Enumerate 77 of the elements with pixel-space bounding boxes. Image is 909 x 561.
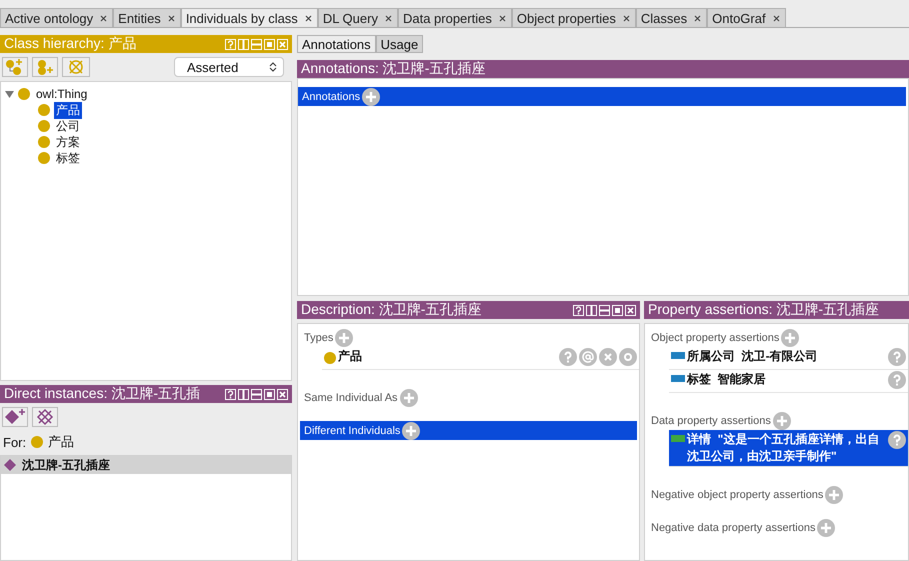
- close-icon[interactable]: [100, 14, 108, 22]
- add-icon[interactable]: [402, 422, 420, 440]
- section-header[interactable]: Negative object property assertions: [647, 485, 906, 504]
- tab-label: Entities: [118, 10, 161, 26]
- tab[interactable]: OntoGraf: [707, 8, 786, 27]
- maximize-icon[interactable]: [612, 304, 623, 316]
- add-individual-icon[interactable]: [2, 407, 28, 427]
- section-header[interactable]: Annotations: [298, 87, 906, 106]
- for-label: For:: [3, 434, 26, 450]
- split-vertical-icon[interactable]: [238, 388, 249, 400]
- section-header[interactable]: Data property assertions: [647, 411, 906, 430]
- split-horizontal-icon[interactable]: [599, 304, 610, 316]
- assertion-row[interactable]: 所属公司 沈卫-有限公司: [669, 347, 908, 370]
- data-property-icon: [671, 435, 685, 442]
- delete-individual-icon[interactable]: [32, 407, 58, 427]
- class-icon: [38, 136, 50, 148]
- close-icon[interactable]: [168, 14, 175, 22]
- tab[interactable]: Annotations: [297, 35, 376, 53]
- section-header[interactable]: Object property assertions: [647, 328, 906, 347]
- assertion-row[interactable]: 详情 "这是一个五孔插座详情，出自沈卫公司，由沈卫亲手制作": [669, 430, 908, 467]
- assertion-row[interactable]: 标签 智能家居: [669, 370, 908, 393]
- diamond-icon: [4, 459, 16, 471]
- class-tree-item[interactable]: owl:Thing: [34, 87, 90, 101]
- tab-label: OntoGraf: [712, 10, 766, 26]
- close-icon[interactable]: [304, 14, 312, 22]
- object-property-icon: [671, 375, 685, 382]
- close-icon[interactable]: [772, 14, 780, 22]
- view-dropdown[interactable]: Asserted: [174, 57, 284, 77]
- tab[interactable]: Active ontology: [0, 8, 114, 27]
- tab-label: Classes: [640, 10, 688, 26]
- tab[interactable]: Usage: [376, 35, 424, 53]
- panel-title: Class hierarchy: 产品: [4, 35, 138, 53]
- section-header[interactable]: Same Individual As: [300, 388, 637, 407]
- tab-label: Data properties: [402, 10, 492, 26]
- help-icon[interactable]: [573, 304, 584, 316]
- class-tree-item[interactable]: 标签: [54, 150, 82, 166]
- class-icon: [31, 436, 44, 448]
- section-header[interactable]: Types: [300, 328, 637, 347]
- class-tree-item[interactable]: 方案: [54, 134, 82, 150]
- section-header[interactable]: Negative data property assertions: [647, 518, 906, 537]
- class-icon: [38, 104, 50, 116]
- chevron-updown-icon: [269, 61, 277, 73]
- tab-label: Individuals by class: [186, 10, 298, 26]
- tab-label: Object properties: [516, 10, 616, 26]
- expanded-triangle-icon[interactable]: [5, 90, 14, 98]
- close-icon[interactable]: [694, 14, 702, 22]
- class-icon: [38, 120, 50, 132]
- close-icon[interactable]: [622, 14, 630, 22]
- split-vertical-icon[interactable]: [586, 304, 597, 316]
- tab[interactable]: Individuals by class: [180, 8, 318, 27]
- tab-label: Active ontology: [5, 10, 94, 26]
- class-icon: [324, 352, 336, 364]
- tab[interactable]: Object properties: [512, 8, 636, 27]
- maximize-icon[interactable]: [264, 388, 275, 400]
- tab[interactable]: Entities: [113, 8, 181, 27]
- tab-label: DL Query: [322, 10, 378, 26]
- help-icon[interactable]: [225, 388, 236, 400]
- section-header[interactable]: Different Individuals: [300, 421, 637, 440]
- class-name: 产品: [48, 433, 74, 451]
- class-tree-item[interactable]: 产品: [54, 102, 82, 118]
- class-icon: [38, 152, 50, 164]
- panel-title: Direct instances: 沈卫牌-五孔插: [4, 385, 202, 403]
- individual-list-item[interactable]: 沈卫牌-五孔插座: [1, 456, 291, 474]
- class-tree-item[interactable]: 公司: [54, 118, 82, 134]
- class-icon: [18, 88, 30, 100]
- panel-title: Property assertions: 沈卫牌-五孔插座: [648, 301, 880, 319]
- object-property-icon: [671, 352, 685, 359]
- add-icon[interactable]: [362, 88, 380, 106]
- tab[interactable]: Data properties: [398, 8, 512, 27]
- close-icon[interactable]: [384, 14, 392, 22]
- split-horizontal-icon[interactable]: [251, 388, 262, 400]
- help-icon[interactable]: [888, 431, 906, 449]
- close-icon[interactable]: [498, 14, 506, 22]
- tab[interactable]: DL Query: [318, 8, 398, 27]
- panel-title: Description: 沈卫牌-五孔插座: [301, 301, 482, 319]
- tab[interactable]: Classes: [636, 8, 708, 27]
- panel-title: Annotations: 沈卫牌-五孔插座: [301, 60, 486, 78]
